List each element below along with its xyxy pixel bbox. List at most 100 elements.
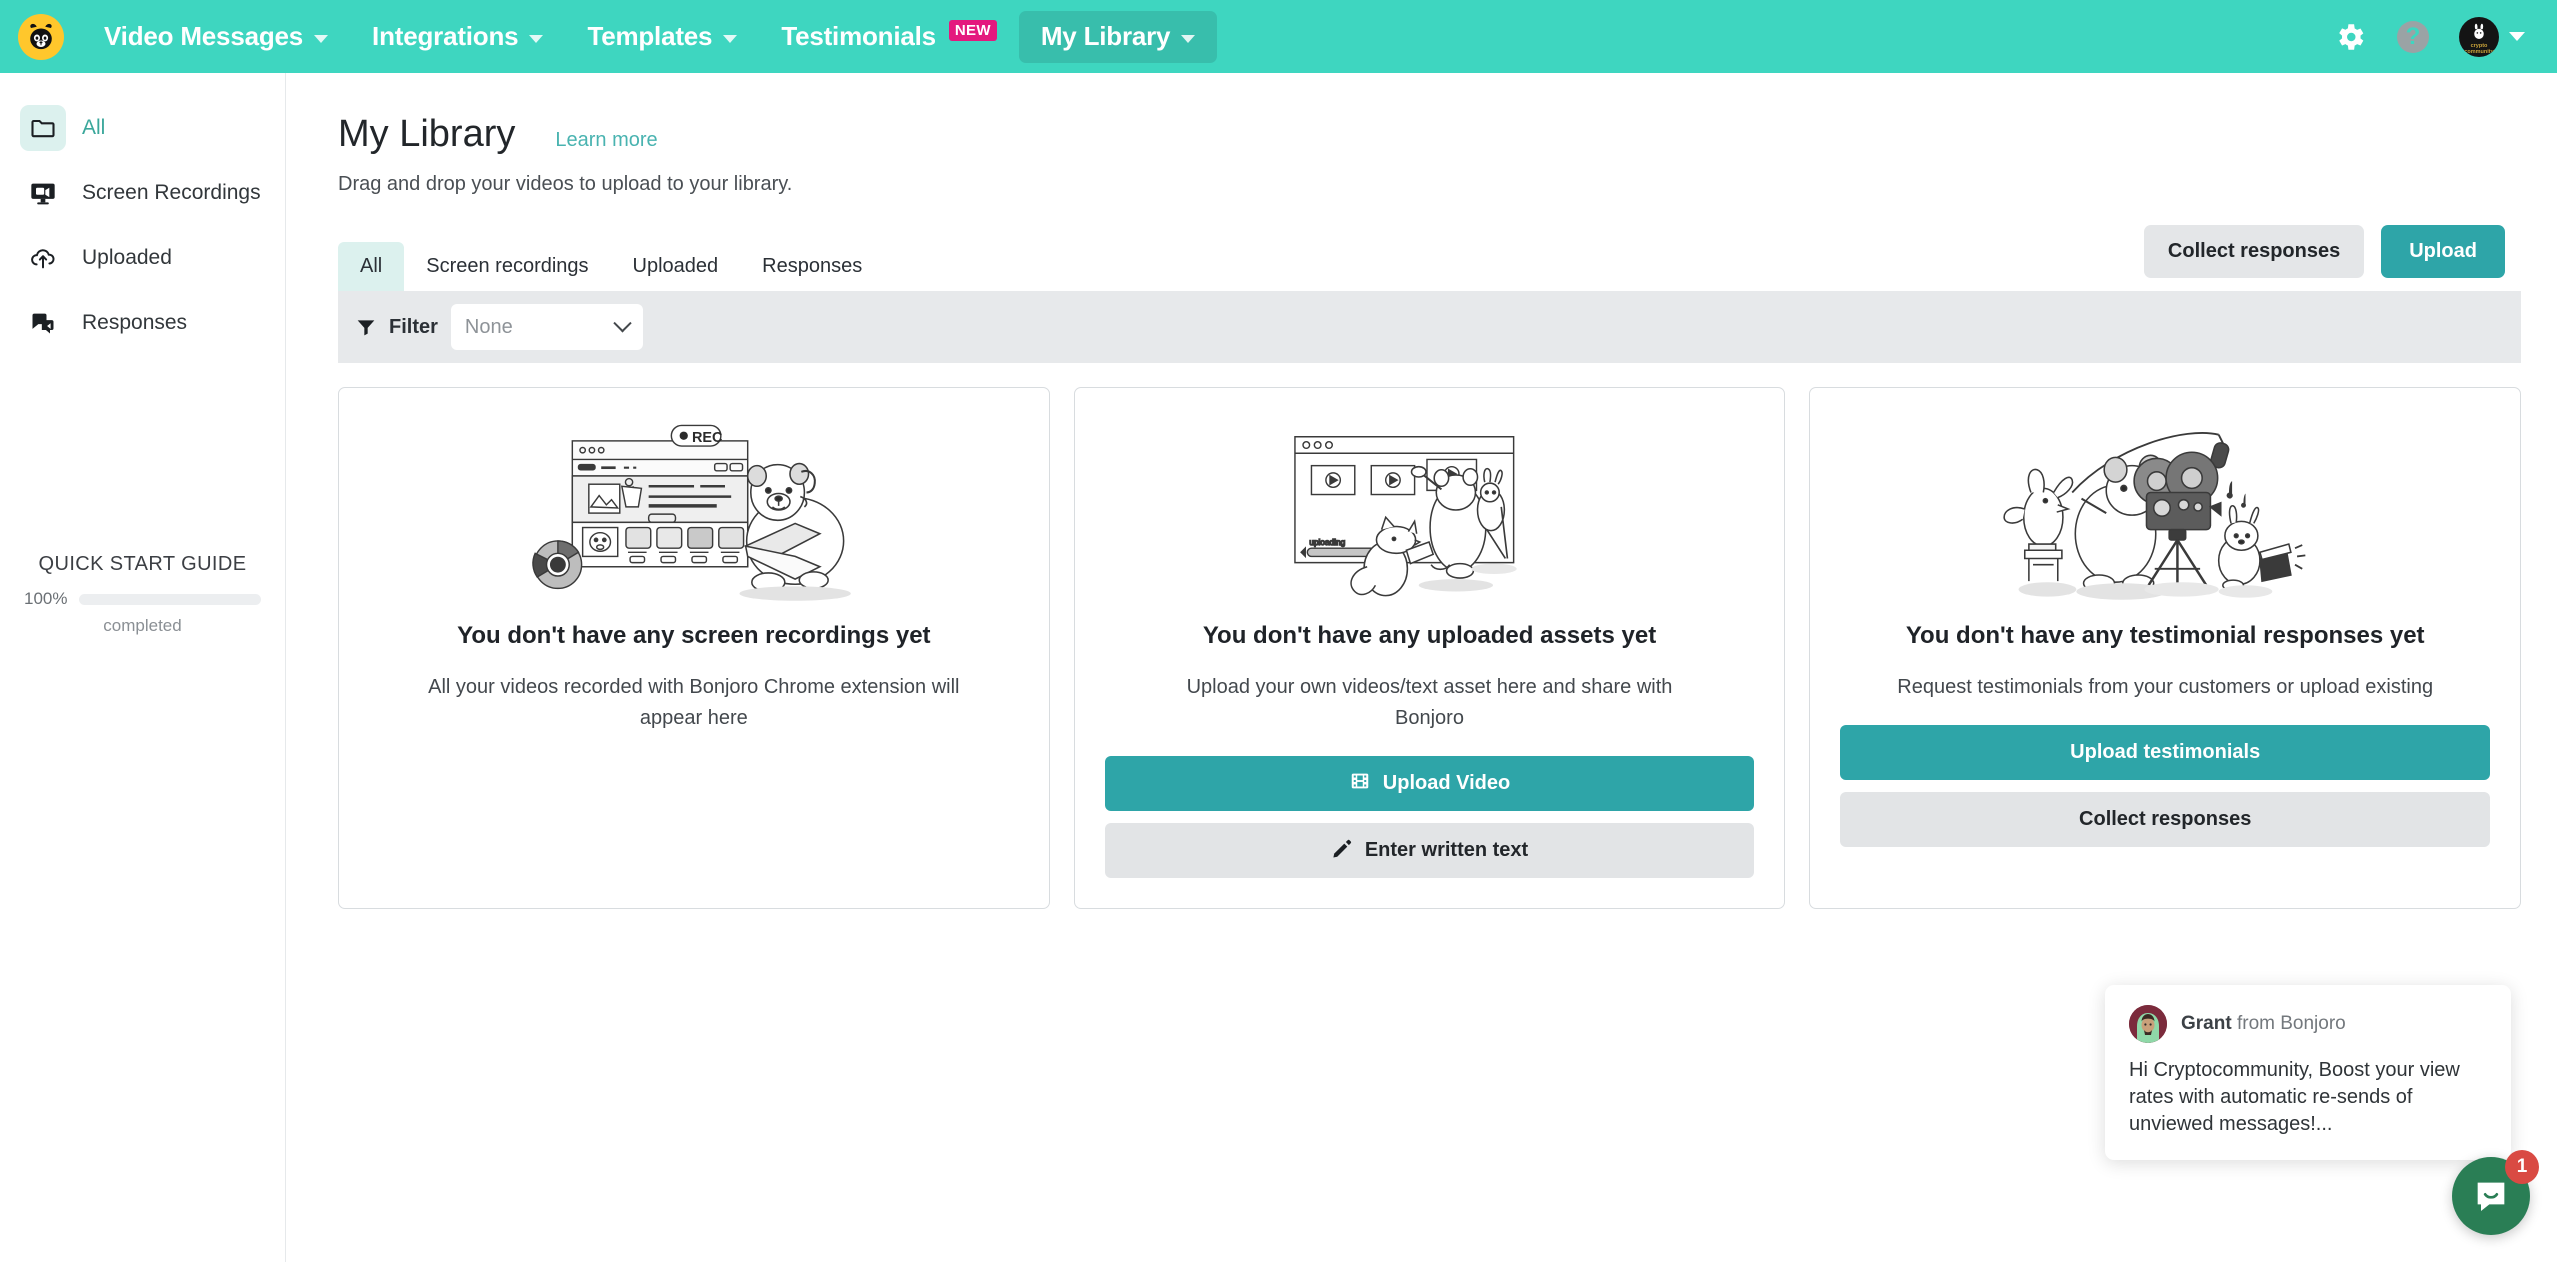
card-screen-recordings: REC You don't have any screen recordings… bbox=[338, 387, 1050, 909]
bear-glyph bbox=[30, 23, 52, 49]
nav-item-templates[interactable]: Templates bbox=[565, 11, 759, 63]
rabbit-glyph bbox=[2474, 23, 2484, 39]
new-badge: NEW bbox=[948, 20, 997, 41]
sidebar-item-responses[interactable]: Responses bbox=[0, 290, 285, 355]
page-subtitle: Drag and drop your videos to upload to y… bbox=[338, 173, 793, 195]
screen-recording-illustration: REC bbox=[529, 410, 859, 610]
card-uploaded-assets: uploading You don't have any uploaded as… bbox=[1073, 387, 1786, 909]
intercom-message-header: Grant from Bonjoro bbox=[2129, 1005, 2487, 1043]
chevron-down-icon bbox=[529, 34, 544, 43]
filter-bar: Filter None bbox=[338, 291, 2521, 363]
card-button-label: Upload Video bbox=[1382, 772, 1511, 794]
quick-start-title: QUICK START GUIDE bbox=[38, 553, 247, 575]
uploaded-assets-illustration: uploading bbox=[1264, 410, 1594, 610]
help-icon[interactable]: ? bbox=[2397, 20, 2429, 53]
enter-written-text-button[interactable]: Enter written text bbox=[1104, 823, 1755, 878]
empty-state-cards: REC You don't have any screen recordings… bbox=[338, 387, 2522, 909]
tab-screen-recordings[interactable]: Screen recordings bbox=[404, 242, 610, 291]
nav-item-integrations[interactable]: Integrations bbox=[350, 11, 565, 63]
title-row: My Library Learn more bbox=[338, 113, 2505, 156]
help-glyph: ? bbox=[2405, 22, 2421, 50]
logo-container[interactable] bbox=[0, 13, 82, 60]
card-description: All your videos recorded with Bonjoro Ch… bbox=[428, 676, 960, 729]
intercom-sender-name: Grant bbox=[2181, 1013, 2232, 1034]
chevron-down-icon bbox=[314, 34, 329, 43]
avatar bbox=[2129, 1005, 2167, 1043]
sidebar-item-screen-recordings[interactable]: Screen Recordings bbox=[0, 160, 285, 225]
nav-item-video-messages[interactable]: Video Messages bbox=[82, 11, 350, 63]
nav-item-label: Integrations bbox=[372, 21, 519, 51]
card-buttons: Upload Video Enter written text bbox=[1104, 756, 1755, 878]
sidebar-item-uploaded[interactable]: Uploaded bbox=[0, 225, 285, 290]
upload-button[interactable]: Upload bbox=[2381, 225, 2505, 278]
card-button-label: Enter written text bbox=[1364, 839, 1529, 861]
avatar[interactable]: crypto community bbox=[2459, 16, 2499, 57]
quick-start-completed-label: completed bbox=[103, 616, 182, 635]
chevron-down-icon bbox=[723, 34, 738, 43]
sidebar-item-all[interactable]: All bbox=[0, 95, 285, 160]
film-strip-icon bbox=[1349, 770, 1371, 798]
upload-video-button[interactable]: Upload Video bbox=[1104, 756, 1755, 811]
card-description: Upload your own videos/text asset here a… bbox=[1186, 676, 1673, 729]
quick-start-progress-row: 100% bbox=[14, 589, 271, 609]
card-buttons: Upload testimonials Collect responses bbox=[1840, 725, 2491, 847]
svg-text:uploading: uploading bbox=[1310, 538, 1346, 547]
intercom-message-body: Hi Cryptocommunity, Boost your view rate… bbox=[2129, 1059, 2460, 1135]
card-description: Request testimonials from your customers… bbox=[1897, 676, 2434, 698]
primary-nav-items: Video Messages Integrations Templates Te… bbox=[82, 0, 1218, 73]
intercom-sender-suffix: from Bonjoro bbox=[2231, 1013, 2346, 1034]
tab-all[interactable]: All bbox=[338, 242, 405, 291]
illustration-svg: uploading bbox=[1294, 436, 1518, 597]
top-navigation-bar: Video Messages Integrations Templates Te… bbox=[0, 0, 2557, 73]
nav-item-label: Video Messages bbox=[104, 21, 304, 51]
quick-start-guide: QUICK START GUIDE 100% completed bbox=[0, 553, 285, 636]
sidebar-item-label: Screen Recordings bbox=[82, 180, 261, 204]
chevron-down-icon bbox=[613, 313, 632, 332]
upload-testimonials-button[interactable]: Upload testimonials bbox=[1840, 725, 2491, 780]
page-header: My Library Learn more Drag and drop your… bbox=[286, 73, 2557, 196]
page-title: My Library bbox=[338, 113, 516, 155]
card-title: You don't have any testimonial responses… bbox=[1905, 622, 2425, 649]
sidebar: All Screen Recordings Uploaded Responses… bbox=[0, 73, 286, 1262]
collect-responses-button[interactable]: Collect responses bbox=[2143, 225, 2365, 278]
tab-uploaded[interactable]: Uploaded bbox=[611, 242, 741, 291]
filter-label: Filter bbox=[389, 315, 438, 338]
tab-responses[interactable]: Responses bbox=[740, 242, 884, 291]
filter-select[interactable]: None bbox=[450, 304, 643, 350]
nav-item-label: Testimonials bbox=[781, 21, 936, 51]
nav-item-label: My Library bbox=[1040, 21, 1171, 51]
nav-right-actions: ? crypto community bbox=[2333, 16, 2557, 57]
folder-icon bbox=[20, 104, 66, 151]
cloud-upload-icon bbox=[20, 235, 66, 281]
nav-item-my-library[interactable]: My Library bbox=[1018, 10, 1218, 63]
illustration-svg: REC bbox=[532, 424, 851, 601]
collect-responses-card-button[interactable]: Collect responses bbox=[1840, 792, 2491, 847]
gear-icon[interactable] bbox=[2333, 20, 2367, 54]
quick-start-progress-bar bbox=[79, 593, 261, 605]
chevron-down-icon[interactable] bbox=[2509, 32, 2525, 41]
intercom-sender: Grant from Bonjoro bbox=[2181, 1013, 2346, 1035]
intercom-message-popup[interactable]: Grant from Bonjoro Hi Cryptocommunity, B… bbox=[2105, 985, 2511, 1160]
svg-text:REC: REC bbox=[692, 430, 723, 446]
chat-reply-icon bbox=[20, 300, 66, 346]
card-title: You don't have any uploaded assets yet bbox=[1202, 622, 1657, 649]
quick-start-percent: 100% bbox=[24, 589, 68, 608]
card-testimonial-responses: You don't have any testimonial responses… bbox=[1809, 387, 2522, 909]
card-title: You don't have any screen recordings yet bbox=[457, 622, 931, 649]
nav-item-label: Templates bbox=[587, 21, 713, 51]
account-menu[interactable]: crypto community bbox=[2459, 16, 2525, 57]
avatar-text-line2: community bbox=[2464, 49, 2494, 55]
funnel-icon bbox=[356, 317, 376, 337]
header-actions: Collect responses Upload bbox=[2143, 225, 2505, 278]
sidebar-item-label: Responses bbox=[82, 310, 188, 334]
learn-more-link[interactable]: Learn more bbox=[555, 129, 657, 152]
bonjoro-bear-logo[interactable] bbox=[18, 13, 64, 60]
filter-selected-value: None bbox=[464, 315, 513, 338]
illustration-svg bbox=[2003, 431, 2306, 600]
sender-avatar-glyph bbox=[2129, 1005, 2167, 1043]
chevron-down-icon bbox=[1181, 34, 1196, 43]
monitor-video-icon bbox=[20, 170, 66, 216]
chat-bubble-icon bbox=[2477, 1182, 2505, 1211]
sidebar-item-label: Uploaded bbox=[82, 245, 172, 269]
nav-item-testimonials[interactable]: Testimonials NEW bbox=[759, 11, 1019, 63]
